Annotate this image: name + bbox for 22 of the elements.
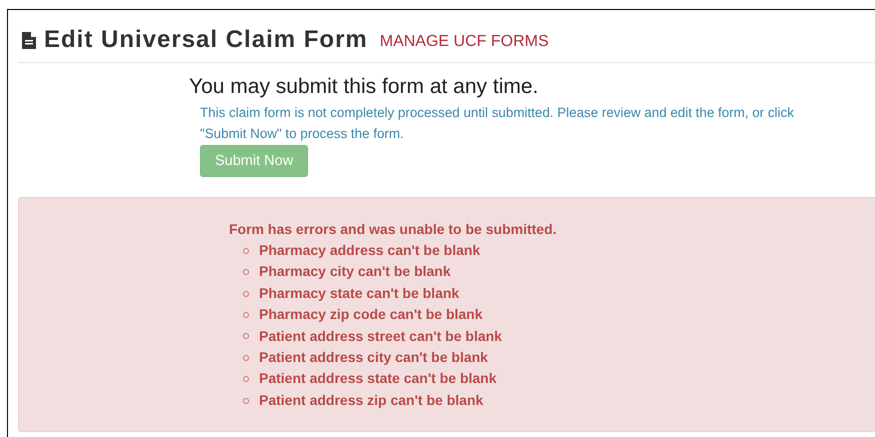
error-message: Patient address state can't be blank xyxy=(259,369,497,388)
error-message: Pharmacy zip code can't be blank xyxy=(259,305,483,324)
bullet-icon xyxy=(243,398,249,404)
bullet-icon xyxy=(243,354,249,361)
error-message: Pharmacy address can't be blank xyxy=(259,241,480,260)
bullet-icon xyxy=(243,248,249,254)
notice-heading: You may submit this form at any time. xyxy=(189,75,540,99)
error-message: Patient address street can't be blank xyxy=(259,326,502,346)
bullet-icon xyxy=(243,333,249,340)
notice-text: This claim form is not completely processed until submitted. Please review and edit the form, or click "Submit Now" to process the form. xyxy=(199,104,795,143)
page-title: Edit Universal Claim Form xyxy=(44,26,368,54)
error-heading: Form has errors and was unable to be submitted. xyxy=(229,220,558,239)
error-message: Patient address zip can't be blank xyxy=(259,390,484,410)
bullet-icon xyxy=(243,269,249,276)
document-icon xyxy=(22,32,36,48)
error-message: Pharmacy city can't be blank xyxy=(259,262,451,282)
bullet-icon xyxy=(243,290,249,297)
bullet-icon xyxy=(243,376,249,382)
error-message: Pharmacy state can't be blank xyxy=(259,284,460,303)
error-message: Patient address city can't be blank xyxy=(259,348,488,368)
bullet-icon xyxy=(243,312,249,318)
manage-forms-link[interactable]: MANAGE UCF FORMS xyxy=(380,33,549,51)
